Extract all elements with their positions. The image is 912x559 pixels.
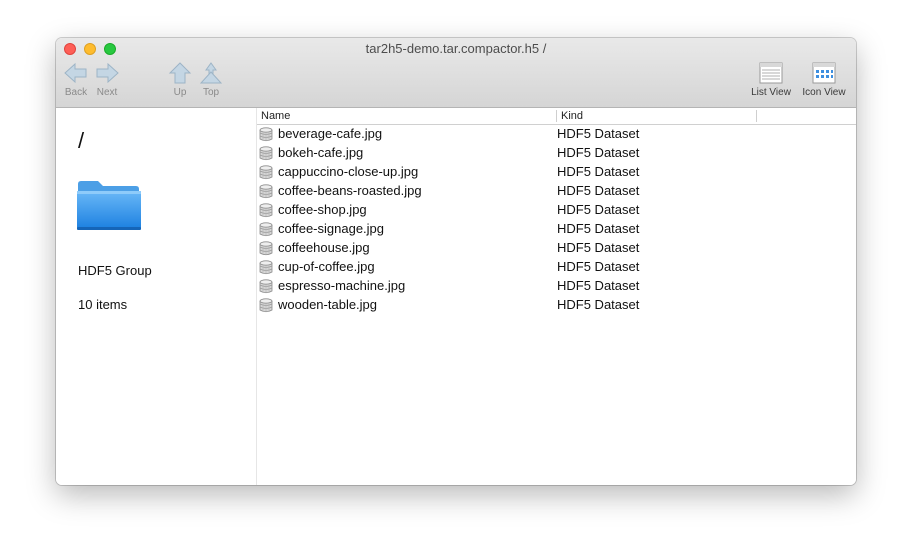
row-name: wooden-table.jpg	[278, 297, 378, 312]
column-divider[interactable]	[756, 110, 757, 122]
icon-view-label: Icon View	[802, 87, 846, 98]
icon-view-button[interactable]: Icon View	[797, 62, 851, 98]
row-name: cappuccino-close-up.jpg	[278, 164, 419, 179]
table-row[interactable]: coffee-beans-roasted.jpg HDF5 Dataset	[257, 182, 856, 201]
table-row[interactable]: coffeehouse.jpg HDF5 Dataset	[257, 239, 856, 258]
row-name: coffeehouse.jpg	[278, 240, 370, 255]
column-header-name[interactable]: Name	[261, 110, 290, 122]
row-name: cup-of-coffee.jpg	[278, 259, 375, 274]
row-kind: HDF5 Dataset	[557, 202, 640, 217]
dataset-icon	[259, 260, 273, 278]
app-window: tar2h5-demo.tar.compactor.h5 / Back Next…	[56, 38, 856, 485]
row-kind: HDF5 Dataset	[557, 183, 640, 198]
dataset-icon	[259, 203, 273, 221]
top-button[interactable]: Top	[191, 62, 231, 98]
row-name: coffee-shop.jpg	[278, 202, 367, 217]
next-label: Next	[96, 87, 118, 98]
row-name: beverage-cafe.jpg	[278, 126, 383, 141]
toolbar: tar2h5-demo.tar.compactor.h5 / Back Next…	[56, 38, 856, 108]
current-path: /	[78, 128, 85, 153]
top-label: Top	[202, 87, 220, 98]
row-kind: HDF5 Dataset	[557, 297, 640, 312]
dataset-icon	[259, 279, 273, 297]
item-kind: HDF5 Group	[78, 263, 152, 278]
row-name: coffee-beans-roasted.jpg	[278, 183, 422, 198]
row-name: espresso-machine.jpg	[278, 278, 406, 293]
column-divider[interactable]	[556, 110, 557, 122]
list-view-label: List View	[751, 87, 791, 98]
file-list: Name Kind beverage-cafe.jpg HDF5 Dataset …	[256, 108, 856, 485]
next-button[interactable]: Next	[87, 62, 127, 98]
next-arrow-icon	[96, 62, 119, 84]
dataset-icon	[259, 184, 273, 202]
row-name: bokeh-cafe.jpg	[278, 145, 364, 160]
row-kind: HDF5 Dataset	[557, 240, 640, 255]
table-row[interactable]: cappuccino-close-up.jpg HDF5 Dataset	[257, 163, 856, 182]
rows: beverage-cafe.jpg HDF5 Dataset bokeh-cafe…	[257, 125, 856, 315]
info-sidebar: / HDF5 Group 10 items	[56, 108, 256, 485]
list-view-icon	[759, 62, 783, 84]
table-row[interactable]: coffee-shop.jpg HDF5 Dataset	[257, 201, 856, 220]
list-header: Name Kind	[257, 108, 856, 125]
table-row[interactable]: beverage-cafe.jpg HDF5 Dataset	[257, 125, 856, 144]
up-arrow-icon	[168, 62, 192, 84]
dataset-icon	[259, 298, 273, 316]
dataset-icon	[259, 146, 273, 164]
back-arrow-icon	[64, 62, 87, 84]
top-arrow-icon	[199, 62, 223, 84]
list-view-button[interactable]: List View	[742, 62, 800, 98]
table-row[interactable]: wooden-table.jpg HDF5 Dataset	[257, 296, 856, 315]
row-kind: HDF5 Dataset	[557, 221, 640, 236]
dataset-icon	[259, 165, 273, 183]
row-kind: HDF5 Dataset	[557, 164, 640, 179]
table-row[interactable]: coffee-signage.jpg HDF5 Dataset	[257, 220, 856, 239]
icon-view-icon	[812, 62, 836, 84]
row-kind: HDF5 Dataset	[557, 126, 640, 141]
row-kind: HDF5 Dataset	[557, 145, 640, 160]
dataset-icon	[259, 241, 273, 259]
dataset-icon	[259, 222, 273, 240]
folder-icon	[76, 180, 142, 237]
column-header-kind[interactable]: Kind	[561, 110, 583, 122]
item-count: 10 items	[78, 297, 128, 312]
table-row[interactable]: cup-of-coffee.jpg HDF5 Dataset	[257, 258, 856, 277]
window-title: tar2h5-demo.tar.compactor.h5 /	[365, 41, 547, 56]
dataset-icon	[259, 127, 273, 145]
row-kind: HDF5 Dataset	[557, 278, 640, 293]
table-row[interactable]: espresso-machine.jpg HDF5 Dataset	[257, 277, 856, 296]
table-row[interactable]: bokeh-cafe.jpg HDF5 Dataset	[257, 144, 856, 163]
row-kind: HDF5 Dataset	[557, 259, 640, 274]
row-name: coffee-signage.jpg	[278, 221, 385, 236]
